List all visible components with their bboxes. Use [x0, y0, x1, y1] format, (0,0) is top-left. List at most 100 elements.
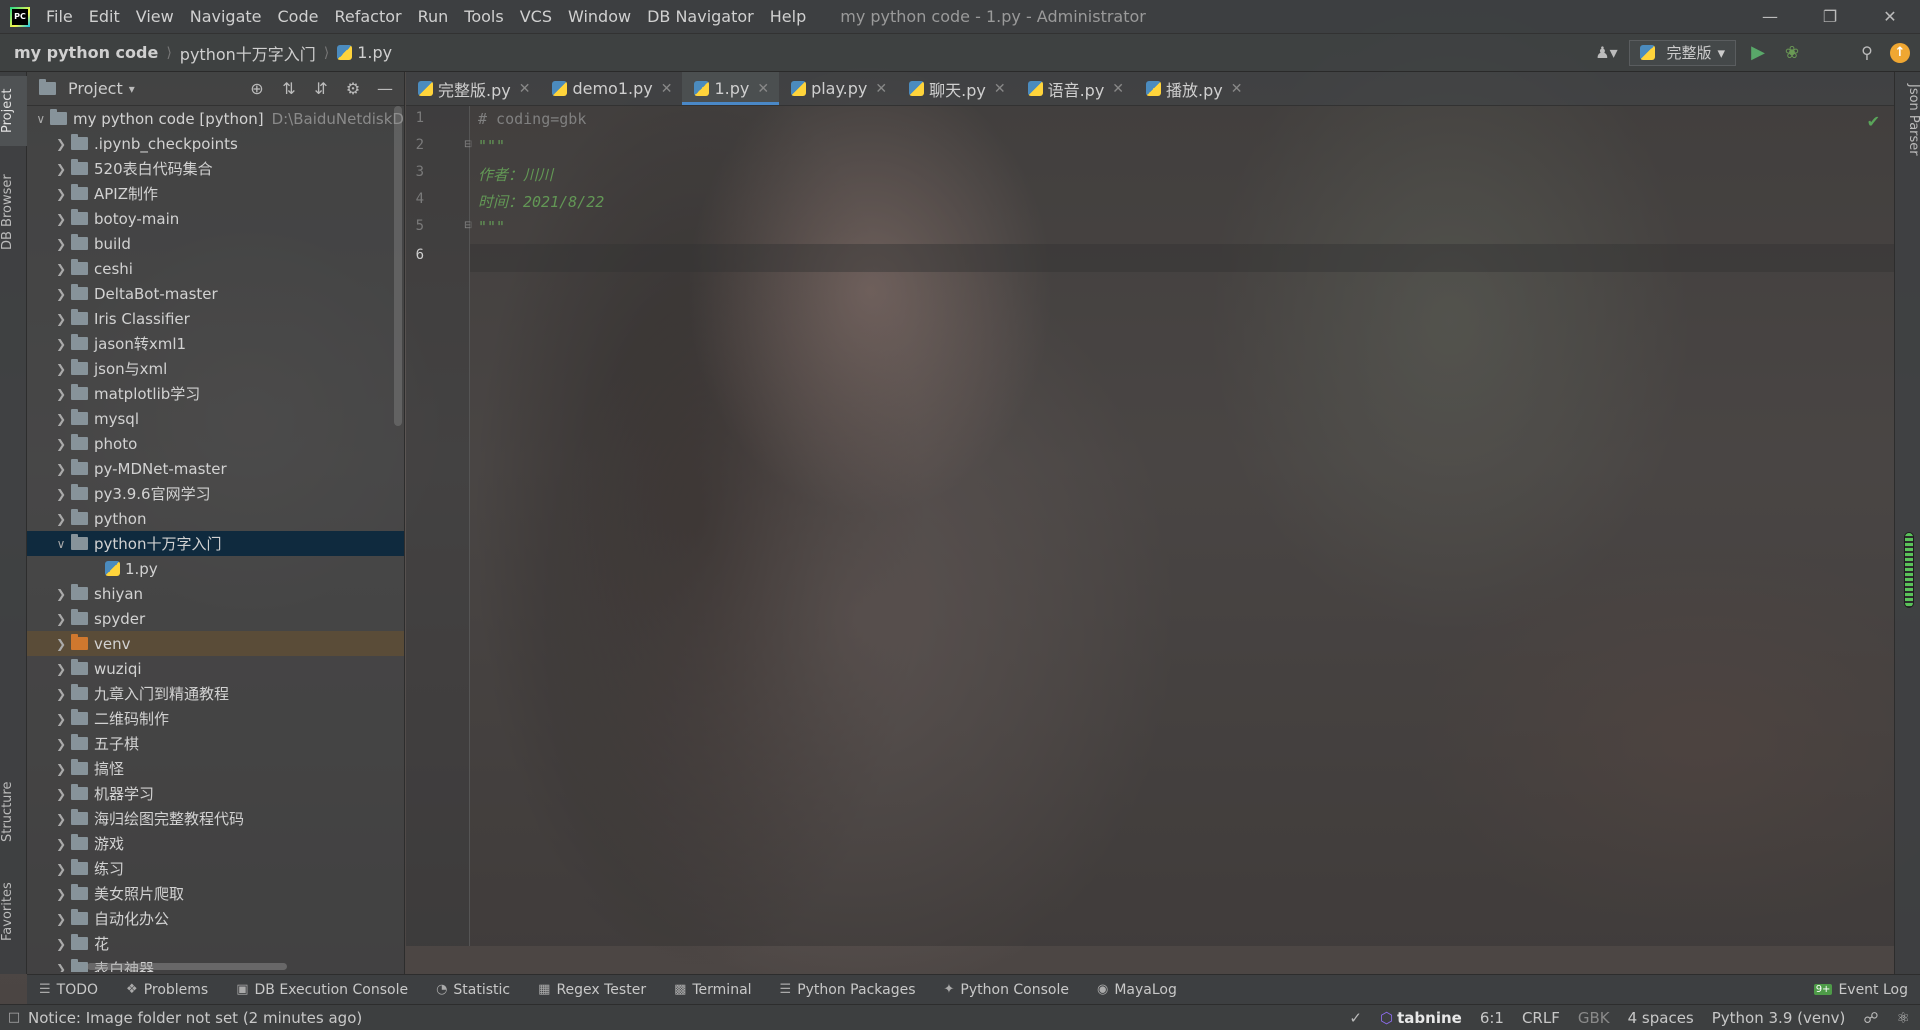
gear-icon[interactable]: ⚙ [342, 79, 364, 98]
chevron-right-icon[interactable]: ❯ [51, 712, 71, 726]
menu-db-navigator[interactable]: DB Navigator [639, 0, 762, 34]
tree-folder[interactable]: ❯ 海归绘图完整教程代码 [27, 806, 404, 831]
menu-run[interactable]: Run [410, 0, 457, 34]
tree-folder[interactable]: ❯ jason转xml1 [27, 331, 404, 356]
chevron-right-icon[interactable]: ❯ [51, 862, 71, 876]
tab-play[interactable]: play.py ✕ [779, 72, 897, 105]
menu-edit[interactable]: Edit [81, 0, 128, 34]
breadcrumb-folder[interactable]: python十万字入门 [176, 41, 320, 65]
tool-statistic[interactable]: ◔ Statistic [424, 982, 522, 998]
user-icon[interactable]: ♟▾ [1593, 43, 1619, 62]
editor-gutter[interactable]: 1 2 3 4 5 6 ⊟ ⊟ [406, 106, 472, 946]
tree-folder[interactable]: ❯ 520表白代码集合 [27, 156, 404, 181]
close-tab-icon[interactable]: ✕ [519, 81, 531, 97]
tree-folder[interactable]: ❯ ceshi [27, 256, 404, 281]
tab-1py[interactable]: 1.py ✕ [682, 72, 780, 105]
chevron-right-icon[interactable]: ❯ [51, 737, 71, 751]
toggle-tool-windows-icon[interactable]: □ [0, 1010, 28, 1025]
tool-todo[interactable]: ☰ TODO [27, 982, 110, 998]
tool-event-log[interactable]: 9+ Event Log [1802, 982, 1920, 998]
tool-db-execution-console[interactable]: ▣ DB Execution Console [224, 982, 420, 998]
inspection-ok-check-icon[interactable]: ✔ [1867, 112, 1880, 131]
close-icon[interactable]: ✕ [1860, 0, 1920, 34]
tool-regex-tester[interactable]: ▦ Regex Tester [526, 982, 658, 998]
tree-folder[interactable]: ❯ json与xml [27, 356, 404, 381]
tool-tab-project[interactable]: Project [0, 76, 27, 146]
tree-folder[interactable]: ❯ 五子棋 [27, 731, 404, 756]
tab-bofang[interactable]: 播放.py ✕ [1134, 72, 1252, 105]
tree-folder[interactable]: ❯ build [27, 231, 404, 256]
tree-folder[interactable]: ❯ DeltaBot-master [27, 281, 404, 306]
debug-bug-icon[interactable]: ❀ [1780, 43, 1804, 63]
chevron-right-icon[interactable]: ❯ [51, 887, 71, 901]
chevron-down-icon[interactable]: ∨ [51, 537, 71, 551]
tool-tab-db-browser[interactable]: DB Browser [0, 162, 27, 262]
search-icon[interactable]: ⚲ [1854, 43, 1880, 62]
checkmark-circle-icon[interactable]: ✓ [1349, 1009, 1362, 1027]
menu-file[interactable]: File [38, 0, 81, 34]
tree-folder[interactable]: ❯ botoy-main [27, 206, 404, 231]
tree-folder-venv[interactable]: ❯ venv [27, 631, 404, 656]
tree-vertical-scrollbar[interactable] [394, 106, 402, 426]
chevron-right-icon[interactable]: ❯ [51, 787, 71, 801]
menu-refactor[interactable]: Refactor [326, 0, 409, 34]
menu-vcs[interactable]: VCS [512, 0, 560, 34]
chevron-right-icon[interactable]: ❯ [51, 637, 71, 651]
menu-code[interactable]: Code [270, 0, 327, 34]
menu-navigate[interactable]: Navigate [182, 0, 270, 34]
tab-yuyin[interactable]: 语音.py ✕ [1016, 72, 1134, 105]
chevron-right-icon[interactable]: ❯ [51, 412, 71, 426]
python-interpreter[interactable]: Python 3.9 (venv) [1712, 1009, 1846, 1027]
tool-problems[interactable]: ❖ Problems [114, 982, 220, 998]
chevron-right-icon[interactable]: ❯ [51, 812, 71, 826]
chevron-down-icon[interactable]: ▾ [129, 82, 135, 96]
chevron-right-icon[interactable]: ❯ [51, 912, 71, 926]
tab-demo1[interactable]: demo1.py ✕ [540, 72, 682, 105]
menu-tools[interactable]: Tools [456, 0, 511, 34]
chevron-right-icon[interactable]: ❯ [51, 212, 71, 226]
file-encoding[interactable]: GBK [1578, 1009, 1610, 1027]
chevron-right-icon[interactable]: ❯ [51, 262, 71, 276]
chevron-right-icon[interactable]: ❯ [51, 837, 71, 851]
run-configuration-select[interactable]: 完整版 ▾ [1629, 39, 1736, 66]
chevron-right-icon[interactable]: ❯ [51, 162, 71, 176]
run-icon[interactable]: ▶ [1746, 42, 1770, 63]
chevron-right-icon[interactable]: ❯ [51, 462, 71, 476]
tree-folder[interactable]: ❯ 自动化办公 [27, 906, 404, 931]
tabnine-status[interactable]: ⬡ tabnine [1380, 1009, 1462, 1027]
line-separator[interactable]: CRLF [1522, 1009, 1560, 1027]
tree-file[interactable]: 1.py [27, 556, 404, 581]
chevron-right-icon[interactable]: ❯ [51, 612, 71, 626]
tree-folder[interactable]: ❯ spyder [27, 606, 404, 631]
hide-panel-icon[interactable]: — [374, 79, 396, 98]
tree-horizontal-scrollbar[interactable] [87, 963, 287, 970]
tree-folder[interactable]: ❯ 二维码制作 [27, 706, 404, 731]
tree-folder[interactable]: ❯ matplotlib学习 [27, 381, 404, 406]
tab-wanzhengban[interactable]: 完整版.py ✕ [406, 72, 540, 105]
chevron-down-icon[interactable]: ∨ [31, 112, 50, 126]
close-tab-icon[interactable]: ✕ [661, 81, 673, 97]
close-tab-icon[interactable]: ✕ [994, 81, 1006, 97]
tree-folder[interactable]: ❯ py3.9.6官网学习 [27, 481, 404, 506]
tree-folder[interactable]: ❯ .ipynb_checkpoints [27, 131, 404, 156]
tree-folder[interactable]: ❯ 美女照片爬取 [27, 881, 404, 906]
tree-folder[interactable]: ❯ python [27, 506, 404, 531]
tab-liaotian[interactable]: 聊天.py ✕ [897, 72, 1015, 105]
chevron-right-icon[interactable]: ❯ [51, 587, 71, 601]
lock-icon[interactable]: ☍ [1863, 1009, 1878, 1027]
chevron-right-icon[interactable]: ❯ [51, 137, 71, 151]
tree-root[interactable]: ∨ my python code [python] D:\BaiduNetdis… [27, 106, 404, 131]
inspection-icon[interactable]: ⚛ [1897, 1009, 1910, 1027]
chevron-right-icon[interactable]: ❯ [51, 437, 71, 451]
minimize-icon[interactable]: — [1740, 0, 1800, 34]
close-tab-icon[interactable]: ✕ [875, 81, 887, 97]
chevron-right-icon[interactable]: ❯ [51, 762, 71, 776]
close-tab-icon[interactable]: ✕ [1231, 81, 1243, 97]
tool-python-packages[interactable]: ☰ Python Packages [768, 982, 928, 998]
chevron-right-icon[interactable]: ❯ [51, 287, 71, 301]
chevron-right-icon[interactable]: ❯ [51, 937, 71, 951]
tool-tab-json-parser[interactable]: Json Parser [1895, 78, 1920, 162]
menu-window[interactable]: Window [560, 0, 639, 34]
chevron-right-icon[interactable]: ❯ [51, 962, 71, 973]
tree-folder[interactable]: ❯ wuziqi [27, 656, 404, 681]
